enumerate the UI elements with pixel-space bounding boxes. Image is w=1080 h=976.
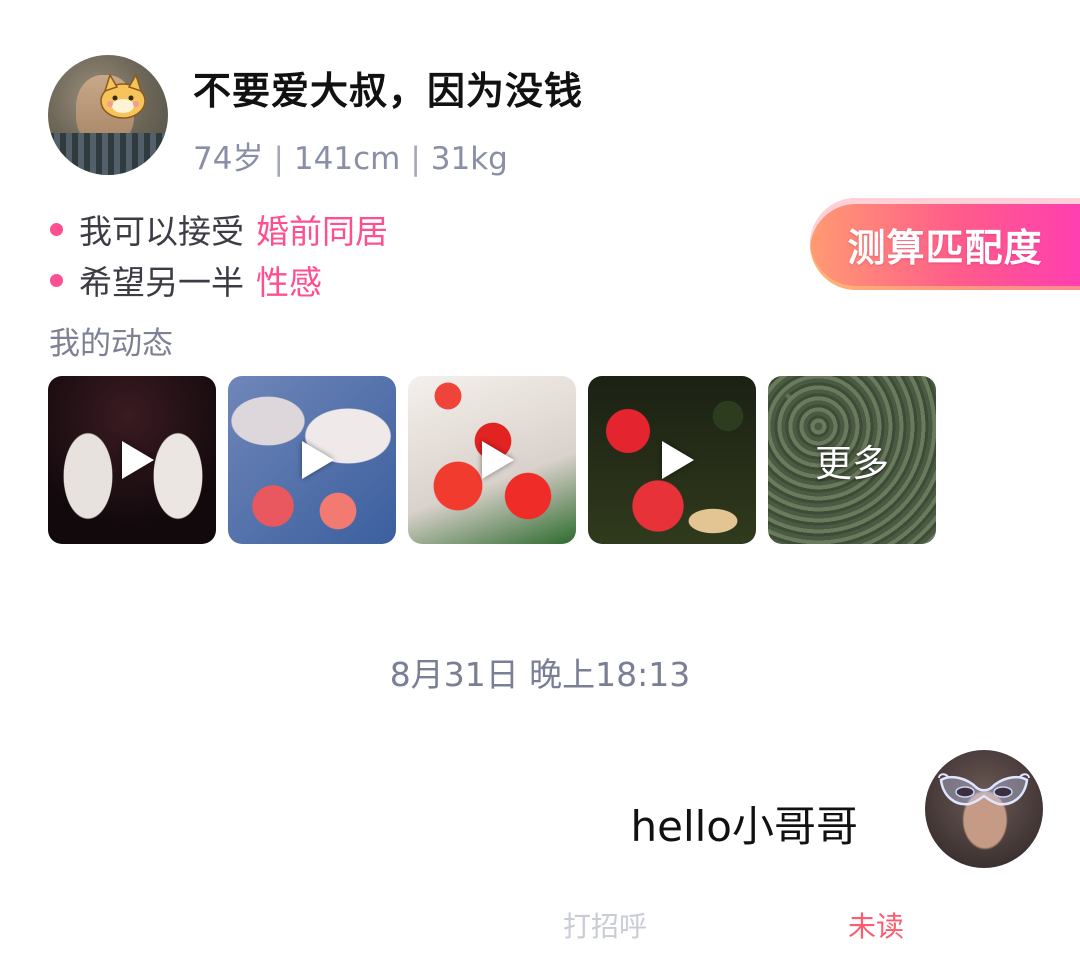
play-icon	[662, 441, 694, 479]
play-icon	[482, 441, 514, 479]
profile-stats: 74岁 | 141cm | 31kg	[193, 133, 508, 178]
moment-video-thumbnail[interactable]	[228, 376, 396, 544]
match-score-button[interactable]: 测算匹配度	[810, 198, 1080, 290]
profile-weight: 31kg	[430, 141, 508, 177]
greeting-tag: 打招呼	[563, 910, 648, 943]
avatar-shirt	[48, 133, 168, 175]
preference-value: 婚前同居	[256, 212, 388, 251]
moment-video-thumbnail[interactable]	[408, 376, 576, 544]
moment-video-thumbnail[interactable]	[588, 376, 756, 544]
profile-avatar[interactable]	[48, 55, 168, 175]
masquerade-mask-icon	[938, 773, 1030, 806]
more-moments-button[interactable]: 更多	[768, 376, 936, 544]
preference-label: 希望另一半	[79, 263, 244, 302]
stats-separator: |	[273, 141, 284, 177]
moment-video-thumbnail[interactable]	[48, 376, 216, 544]
play-icon	[302, 441, 334, 479]
play-icon	[122, 441, 154, 479]
cat-sticker-icon	[100, 73, 146, 119]
unread-status: 未读	[848, 910, 905, 943]
bullet-dot-icon	[50, 223, 63, 236]
chat-page: 不要爱大叔，因为没钱 74岁 | 141cm | 31kg 我可以接受 婚前同居 希望另一…	[0, 0, 1080, 976]
profile-height: 141cm	[293, 141, 401, 177]
message-timestamp: 8月31日 晚上18:13	[389, 655, 691, 694]
profile-nickname: 不要爱大叔，因为没钱	[193, 69, 584, 113]
my-avatar[interactable]	[925, 750, 1043, 868]
preference-value: 性感	[256, 263, 322, 302]
moments-title: 我的动态	[49, 326, 173, 362]
profile-age: 74岁	[193, 141, 264, 177]
more-label: 更多	[815, 442, 889, 485]
preference-line: 希望另一半 性感	[50, 256, 322, 304]
preference-line: 我可以接受 婚前同居	[50, 205, 388, 253]
sent-message[interactable]: hello小哥哥	[631, 793, 859, 854]
preference-label: 我可以接受	[79, 212, 244, 251]
bullet-dot-icon	[50, 274, 63, 287]
stats-separator: |	[410, 141, 421, 177]
